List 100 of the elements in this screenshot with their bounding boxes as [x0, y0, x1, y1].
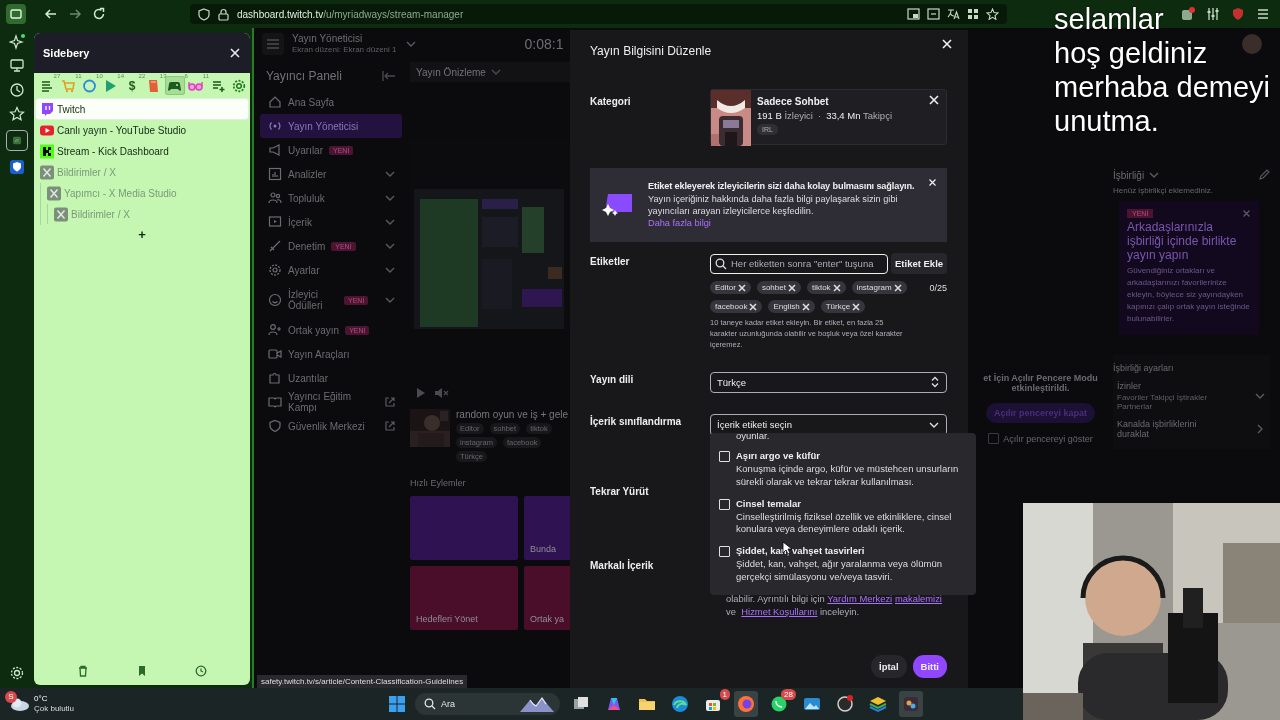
sparkle-icon[interactable]	[9, 34, 25, 50]
address-bar[interactable]: dashboard.twitch.tv/u/myriadways/stream-manager	[190, 4, 1007, 24]
bookmark-icon[interactable]	[136, 665, 148, 677]
remove-icon[interactable]	[749, 302, 758, 311]
tag-chip[interactable]: English	[768, 300, 815, 313]
external-link-icon	[384, 420, 396, 432]
done-button[interactable]: Bitti	[912, 655, 947, 678]
action-tile[interactable]: Hedefleri Yönet	[410, 566, 518, 630]
photos-icon[interactable]	[803, 695, 821, 713]
browser-tab[interactable]: Bildirimler / X	[50, 204, 248, 224]
remove-icon[interactable]	[787, 283, 796, 292]
tag-chip[interactable]: tiktok	[806, 281, 846, 294]
section-title: İşbirliği ayarları	[1113, 363, 1175, 374]
nav-item[interactable]: Topluluk	[260, 186, 402, 210]
tag-chip[interactable]: Editor	[710, 281, 751, 294]
checkbox-label: Açılır pencereyi göster	[1003, 433, 1093, 444]
nav-item[interactable]: İçerik	[260, 210, 402, 234]
browser-tab[interactable]: Yapımcı - X Media Studio	[43, 183, 248, 203]
dropdown[interactable]: İşbirliği	[1113, 169, 1145, 181]
nav-item[interactable]: Uzantılar	[260, 366, 402, 390]
browser-tab[interactable]: Stream - Kick Dashboard	[36, 141, 248, 161]
remove-icon[interactable]	[893, 283, 902, 292]
add-tag-button[interactable]: Etiket Ekle	[891, 253, 948, 274]
sidebar-toggle-icon[interactable]	[6, 4, 26, 24]
back-icon[interactable]	[44, 7, 58, 21]
tag-chip[interactable]: Türkçe	[820, 300, 866, 313]
link[interactable]: Yardım Merkezi	[827, 592, 893, 604]
trash-icon[interactable]	[77, 665, 90, 677]
cancel-button[interactable]: İptal	[871, 655, 907, 678]
remove-icon[interactable]	[852, 302, 861, 311]
grid-icon[interactable]	[967, 8, 979, 20]
chart-icon	[268, 167, 282, 181]
history-icon[interactable]	[194, 665, 207, 677]
colorful-app-icon[interactable]	[605, 695, 623, 713]
dropdown[interactable]: Yayın Önizleme	[410, 62, 570, 82]
setting-value: Favoriler Takipçi İştirakler Partnerlar	[1117, 393, 1209, 412]
close-button[interactable]	[941, 38, 953, 50]
menu-icon[interactable]	[1256, 7, 1270, 21]
option-title[interactable]: Aşırı argo ve küfür	[736, 450, 970, 461]
nav-item[interactable]: Güvenlik Merkezi	[260, 414, 402, 438]
browser-tab[interactable]: Twitch	[36, 99, 248, 119]
devices-icon[interactable]	[9, 58, 25, 74]
star-icon[interactable]	[986, 8, 999, 20]
extension-icon[interactable]	[1181, 7, 1195, 21]
remove-icon[interactable]	[928, 94, 940, 106]
sliders-icon[interactable]	[1206, 7, 1220, 21]
section-title: Hızlı Eylemler	[410, 478, 466, 488]
option-title[interactable]: Cinsel temalar	[736, 497, 970, 509]
password-shield-icon[interactable]	[9, 159, 25, 175]
new-tab-button[interactable]: +	[134, 227, 150, 242]
notification-badge: S	[5, 691, 17, 703]
browser-icon[interactable]	[671, 695, 689, 713]
nav-item[interactable]: Ayarlar	[260, 258, 402, 282]
fox-browser-icon[interactable]	[737, 695, 755, 713]
caption-text: merhaba demeyi	[1054, 73, 1270, 102]
mountain-icon	[520, 696, 554, 712]
option-title[interactable]: Şiddet, kan, vahşet tasvirleri	[736, 545, 970, 557]
windows-logo-icon[interactable]	[388, 695, 406, 713]
nav-item[interactable]: Yayın Araçları	[260, 342, 402, 366]
pencil-icon[interactable]	[1258, 169, 1270, 181]
screenshot-icon[interactable]	[927, 8, 940, 20]
checkbox[interactable]	[988, 433, 1000, 444]
star-icon[interactable]	[9, 106, 25, 122]
setting-link[interactable]: Kanalda işbirliklerini duraklat	[1117, 419, 1229, 440]
action-tile[interactable]	[410, 496, 518, 560]
video-editor-icon[interactable]	[902, 695, 920, 713]
new-list-icon[interactable]	[212, 78, 226, 93]
learn-more-link[interactable]: Daha fazla bilgi	[648, 217, 711, 230]
record-icon[interactable]	[836, 695, 854, 713]
nav-item[interactable]: Analizler	[260, 162, 402, 186]
layers-icon[interactable]	[869, 695, 887, 713]
remove-icon[interactable]	[737, 283, 746, 292]
picture-in-picture-icon[interactable]	[907, 8, 920, 20]
forward-icon[interactable]	[68, 7, 82, 21]
caption-text: selamlar	[1054, 5, 1164, 34]
nav-item[interactable]: Yayın Yöneticisi	[260, 114, 402, 138]
puzzle-icon	[268, 371, 282, 385]
nav-item[interactable]: Ana Sayfa	[260, 90, 402, 114]
search-field[interactable]: Ara	[415, 693, 560, 715]
browser-tab[interactable]: Canlı yayın - YouTube Studio	[36, 120, 248, 140]
nav-item[interactable]: Yayıncı Eğitim Kampı	[260, 390, 402, 414]
notification-badge: 28	[781, 689, 796, 700]
dialog-title: Yayın Bilgisini Düzenle	[590, 44, 712, 58]
language-select[interactable]: Türkçe	[710, 371, 947, 393]
smile-icon	[268, 293, 282, 307]
field-label: Kategori	[590, 95, 632, 109]
shield-icon[interactable]	[1231, 7, 1245, 21]
tag-chip[interactable]: sohbet	[756, 281, 801, 294]
tag-chip[interactable]: instagram	[851, 281, 907, 294]
translate-icon[interactable]	[947, 8, 960, 20]
megaphone-icon	[268, 143, 282, 157]
remove-icon[interactable]	[801, 302, 810, 311]
tag-chip[interactable]: facebook	[710, 300, 763, 313]
tag-input[interactable]: Her etiketten sonra "enter" tuşuna	[710, 253, 888, 274]
link[interactable]: makalemizi	[895, 592, 942, 604]
browser-tab[interactable]: Bildirimler / X	[36, 162, 248, 182]
link[interactable]: Hizmet Koşullarını	[741, 605, 818, 617]
chat-bubble-icon[interactable]	[770, 695, 788, 713]
reload-icon[interactable]	[92, 7, 106, 21]
remove-icon[interactable]	[832, 283, 841, 292]
